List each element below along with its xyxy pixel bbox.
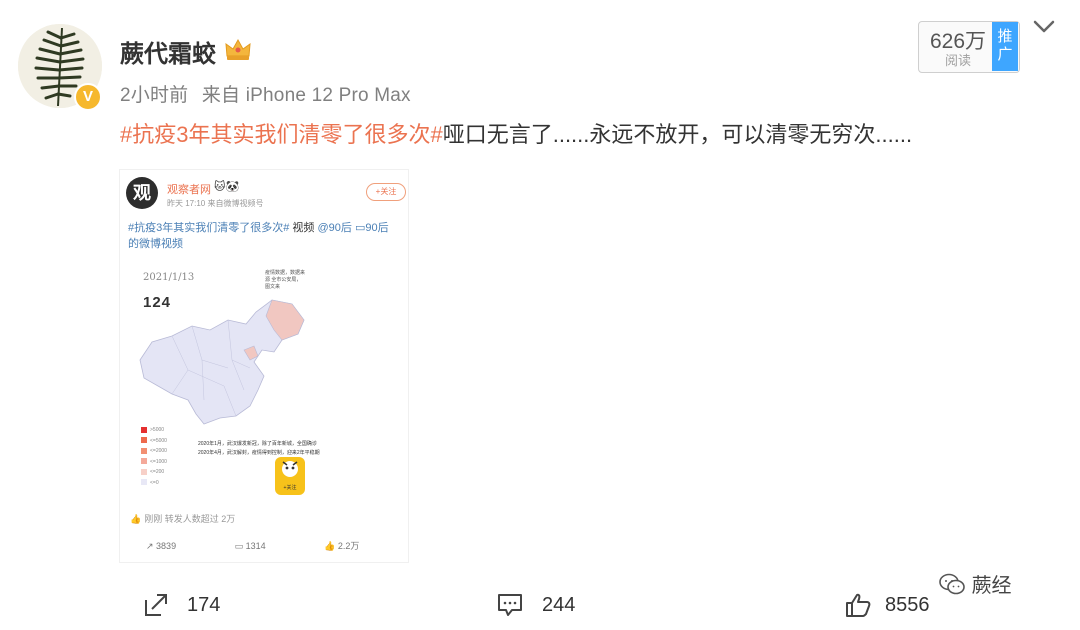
- legend-item: <=0: [141, 478, 167, 489]
- share-count: 174: [187, 593, 221, 616]
- legend-item: <=1000: [141, 457, 167, 468]
- mascot-follow-label: +关注: [283, 485, 297, 491]
- embedded-share: ↗ 3839: [146, 541, 177, 551]
- legend-item: >5000: [141, 425, 167, 436]
- embedded-follow-button: +关注: [366, 183, 406, 201]
- embedded-like: 👍 2.2万: [324, 541, 360, 551]
- map-note: 疫情数据，数据来源 全市公安局，图文来: [265, 270, 306, 290]
- author-name[interactable]: 蕨代霜蛟: [120, 34, 216, 69]
- comment-count: 244: [542, 593, 576, 616]
- post-hashtag[interactable]: #抗疫3年其实我们清零了很多次#: [120, 122, 443, 147]
- embedded-action-bar: ↗ 3839 ▭ 1314 👍 2.2万: [146, 539, 359, 552]
- embedded-text-line2: 的微博视频: [128, 238, 183, 250]
- like-button[interactable]: 8556: [845, 592, 930, 618]
- watermark-text: 蕨经: [971, 575, 1012, 597]
- map-date: 2021/1/13: [143, 272, 195, 283]
- wechat-icon: [939, 573, 965, 595]
- embedded-meta: 昨天 17:10 来自微博视频号: [167, 199, 264, 208]
- read-label: 阅读: [944, 53, 971, 68]
- share-button[interactable]: 174: [143, 592, 220, 618]
- legend-item: <=200: [141, 467, 167, 478]
- share-icon: [145, 594, 167, 616]
- post-source: 来自 iPhone 12 Pro Max: [201, 85, 411, 106]
- crown-icon: [225, 38, 251, 60]
- china-map: [139, 299, 305, 425]
- verified-badge: V: [74, 83, 102, 111]
- embedded-text-plain: 视频: [289, 222, 315, 234]
- embedded-forward-note: 👍 刚刚 转发人数超过 2万: [130, 514, 236, 524]
- embedded-text: #抗疫3年其实我们清零了很多次# 视频 @90后 ▭90后: [128, 219, 389, 235]
- thumb-icon-small: 👍: [130, 514, 142, 524]
- embedded-hashtag: #抗疫3年其实我们清零了很多次#: [128, 222, 290, 234]
- thumbs-up-icon: [846, 593, 871, 617]
- watermark: 蕨经: [938, 569, 1012, 598]
- embedded-avatar: 观: [126, 177, 158, 209]
- comment-icon: [498, 594, 522, 616]
- post-body: 哑口无言了......永远不放开，可以清零无穷次......: [442, 122, 913, 147]
- comment-button[interactable]: 244: [497, 592, 575, 618]
- embedded-mention: @90后: [317, 222, 352, 234]
- embedded-author: 观察者网: [167, 184, 211, 196]
- post-text: #抗疫3年其实我们清零了很多次#哑口无言了......永远不放开，可以清零无穷次…: [120, 117, 912, 149]
- chevron-down-icon[interactable]: [1030, 16, 1058, 38]
- map-caption: 2020年1月，武汉爆发新冠，除了百年新城，全国确诊 2020年4月，武汉解封，…: [198, 440, 320, 458]
- mascot-icon: [282, 461, 298, 477]
- post-time: 2小时前: [120, 85, 189, 106]
- like-count: 8556: [885, 593, 930, 616]
- embedded-badges: 🐱🐼: [214, 181, 240, 193]
- map-caption-line1: 2020年1月，武汉爆发新冠，除了百年新城，全国确诊: [198, 441, 317, 447]
- map-legend: >5000 <=5000 <=2000 <=1000 <=200 <=0: [141, 425, 167, 488]
- promote-button[interactable]: 推广: [992, 22, 1018, 71]
- post-meta: 2小时前 来自 iPhone 12 Pro Max: [120, 80, 411, 107]
- embedded-comment: ▭ 1314: [234, 541, 266, 551]
- legend-item: <=2000: [141, 446, 167, 457]
- legend-item: <=5000: [141, 436, 167, 447]
- embedded-video-link: ▭90后: [354, 222, 389, 234]
